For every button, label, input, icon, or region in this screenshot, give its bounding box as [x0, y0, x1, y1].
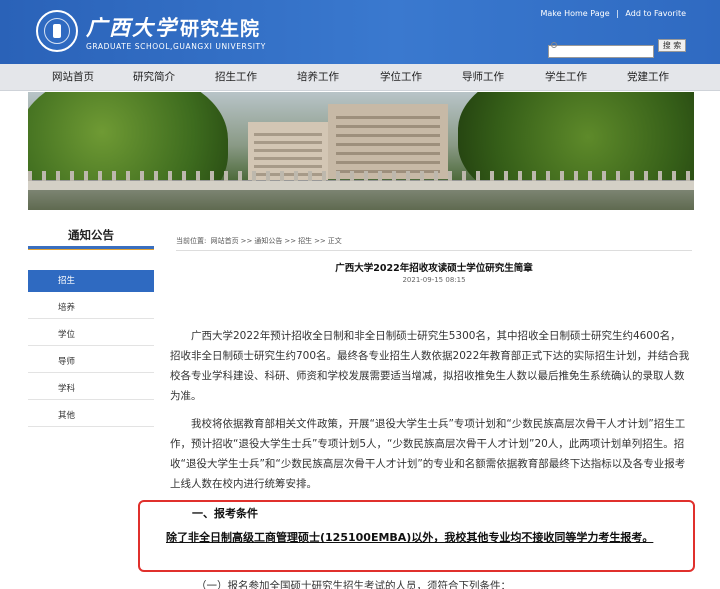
article-paragraph: 我校将依据教育部相关文件政策，开展“退役大学生士兵”专项计划和“少数民族高层次骨…	[170, 418, 686, 490]
breadcrumb-separator: >>	[314, 237, 326, 245]
breadcrumb-separator: >>	[240, 237, 253, 245]
link-divider: |	[616, 9, 619, 18]
article-date: 2021-09-15 08:15	[402, 276, 466, 284]
logo-university-name[interactable]: 广西大学	[86, 12, 178, 42]
nav-admission[interactable]: 招生工作	[215, 64, 257, 91]
breadcrumb-separator: >>	[284, 237, 297, 245]
breadcrumb-current: 正文	[327, 237, 342, 245]
logo-english-name: GRADUATE SCHOOL,GUANGXI UNIVERSITY	[86, 42, 266, 51]
sidebar-title-underline	[28, 249, 154, 250]
nav-student[interactable]: 学生工作	[545, 64, 587, 91]
banner-railing	[28, 171, 694, 190]
search-button[interactable]: 搜 索	[658, 39, 686, 52]
nav-home[interactable]: 网站首页	[52, 64, 94, 91]
search-input[interactable]	[548, 45, 654, 58]
article-title: 广西大学2022年招收攻读硕士学位研究生简章	[335, 263, 533, 274]
section-body: 除了非全日制高级工商管理硕士(125100EMBA)以外，我校其他专业均不接收同…	[166, 531, 654, 544]
university-seal-icon[interactable]	[36, 10, 78, 52]
sidebar-item-supervisor[interactable]: 导师	[28, 351, 154, 373]
banner-building	[328, 104, 448, 179]
make-home-page-link[interactable]: Make Home Page	[540, 9, 609, 18]
sidebar-item-other[interactable]: 其他	[28, 405, 154, 427]
nav-degree[interactable]: 学位工作	[380, 64, 422, 91]
nav-training[interactable]: 培养工作	[297, 64, 339, 91]
nav-party[interactable]: 党建工作	[627, 64, 669, 91]
breadcrumb: 当前位置: 网站首页 >> 通知公告 >> 招生 >> 正文	[176, 236, 692, 251]
sidebar-item-admission[interactable]: 招生	[28, 270, 154, 292]
section-title: 一、报考条件	[192, 507, 258, 520]
top-links: Make Home Page | Add to Favorite	[538, 9, 688, 18]
logo-school-name[interactable]: 研究生院	[180, 14, 260, 41]
breadcrumb-notices[interactable]: 通知公告	[254, 237, 282, 245]
nav-supervisor[interactable]: 导师工作	[462, 64, 504, 91]
search-area: 搜 索	[548, 39, 686, 58]
nav-intro[interactable]: 研究简介	[133, 64, 175, 91]
sidebar-item-training[interactable]: 培养	[28, 297, 154, 319]
sidebar-title: 通知公告	[28, 227, 154, 249]
sidebar-item-degree[interactable]: 学位	[28, 324, 154, 346]
article-paragraph: 广西大学2022年预计招收全日制和非全日制硕士研究生5300名，其中招收全日制硕…	[170, 330, 690, 402]
search-icon	[551, 42, 557, 48]
campus-banner-image	[28, 92, 694, 210]
breadcrumb-admission[interactable]: 招生	[298, 237, 312, 245]
article-continuation-line: （一）报名参加全国硕士研究生招生考试的人员，须符合下列条件：	[196, 580, 511, 589]
add-to-favorite-link[interactable]: Add to Favorite	[625, 9, 686, 18]
banner-ground	[28, 190, 694, 210]
sidebar-item-discipline[interactable]: 学科	[28, 378, 154, 400]
breadcrumb-prefix: 当前位置:	[176, 237, 207, 245]
site-header: 广西大学 研究生院 GRADUATE SCHOOL,GUANGXI UNIVER…	[0, 0, 720, 64]
main-nav: 网站首页 研究简介 招生工作 培养工作 学位工作 导师工作 学生工作 党建工作	[0, 64, 720, 91]
breadcrumb-home[interactable]: 网站首页	[211, 237, 239, 245]
